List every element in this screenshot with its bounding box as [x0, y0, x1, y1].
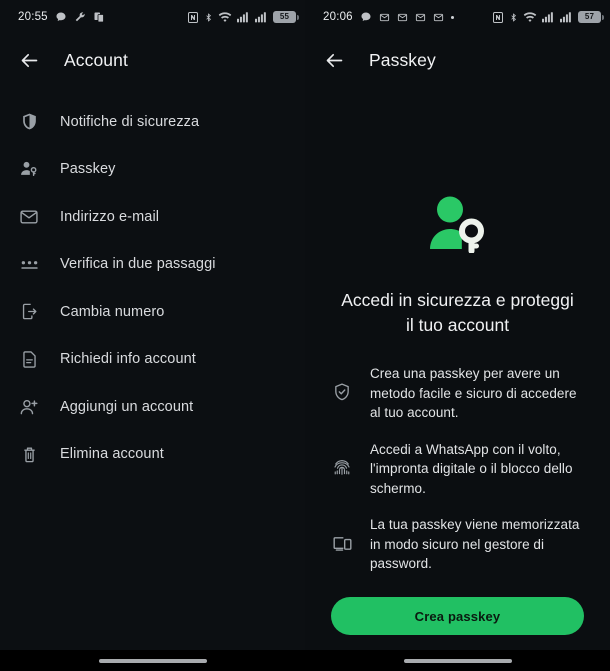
battery-level-text: 57: [584, 12, 595, 21]
list-item-label: Indirizzo e-mail: [60, 208, 160, 225]
left-screen-account: 20:55 55 Account Notifiche di sicurezza …: [0, 0, 305, 671]
gesture-bar-left-container: [0, 650, 305, 671]
system-navigation-bar: [0, 650, 610, 671]
page-title: Passkey: [369, 49, 436, 70]
list-item-label: Notifiche di sicurezza: [60, 113, 200, 130]
list-item-security-notifications[interactable]: Notifiche di sicurezza: [0, 98, 305, 146]
nfc-icon: [492, 11, 504, 24]
battery-indicator: 55: [273, 11, 299, 23]
list-item-email-address[interactable]: Indirizzo e-mail: [0, 193, 305, 241]
chat-bubble-icon: [360, 11, 372, 23]
status-bar-left: 20:55 55: [0, 0, 305, 34]
gesture-handle[interactable]: [98, 658, 207, 663]
list-item-two-step-verification[interactable]: Verifica in due passaggi: [0, 241, 305, 289]
account-settings-list: Notifiche di sicurezza Passkey Indirizzo…: [0, 86, 305, 478]
fingerprint-icon: [331, 457, 353, 479]
benefit-item-password-manager: La tua passkey viene memorizzata in modo…: [331, 515, 582, 574]
person-key-icon: [18, 158, 40, 180]
back-button[interactable]: [319, 45, 349, 75]
shield-check-icon: [331, 381, 353, 403]
list-item-label: Elimina account: [60, 446, 164, 463]
list-item-label: Passkey: [60, 161, 116, 178]
signal-sim1-icon: [542, 11, 555, 23]
benefit-list: Crea una passkey per avere un metodo fac…: [305, 364, 610, 574]
person-add-icon: [18, 396, 40, 418]
bluetooth-icon: [204, 11, 213, 24]
document-icon: [18, 348, 40, 370]
signal-sim2-icon: [560, 11, 573, 23]
back-arrow-icon: [21, 53, 37, 67]
wifi-icon: [523, 11, 537, 23]
nfc-icon: [187, 11, 199, 24]
devices-icon: [331, 532, 353, 554]
chat-bubble-icon: [55, 11, 67, 23]
appbar-passkey: Passkey: [305, 34, 610, 86]
list-item-label: Verifica in due passaggi: [60, 256, 216, 273]
status-time: 20:55: [18, 11, 48, 23]
list-item-change-number[interactable]: Cambia numero: [0, 288, 305, 336]
phone-arrow-icon: [18, 301, 40, 323]
bluetooth-icon: [509, 11, 518, 24]
trash-icon: [18, 443, 40, 465]
hero-illustration: [305, 188, 610, 260]
dot-icon: [450, 15, 454, 19]
status-time: 20:06: [323, 11, 353, 23]
status-bar-left-group: 20:06: [323, 11, 454, 23]
benefit-text: Accedi a WhatsApp con il volto, l'impron…: [370, 441, 573, 496]
list-item-label: Richiedi info account: [60, 351, 196, 368]
person-with-key-illustration: [429, 196, 484, 253]
copy-icon: [93, 11, 105, 23]
list-item-passkey[interactable]: Passkey: [0, 146, 305, 194]
appbar-account: Account: [0, 34, 305, 86]
list-item-label: Aggiungi un account: [60, 398, 194, 415]
envelope-icon: [18, 206, 40, 228]
back-button[interactable]: [14, 45, 44, 75]
battery-level-text: 55: [279, 12, 290, 21]
page-title: Account: [64, 49, 128, 70]
mail-icon: [415, 12, 426, 23]
benefit-item-biometric-login: Accedi a WhatsApp con il volto, l'impron…: [331, 440, 582, 499]
mail-icon: [397, 12, 408, 23]
create-passkey-button[interactable]: Crea passkey: [331, 597, 584, 635]
dual-screenshot-container: 20:55 55 Account Notifiche di sicurezza …: [0, 0, 610, 671]
signal-sim1-icon: [237, 11, 250, 23]
status-bar-left-group: 20:55: [18, 11, 105, 23]
shield-icon: [18, 111, 40, 133]
list-item-add-account[interactable]: Aggiungi un account: [0, 383, 305, 431]
benefit-text: La tua passkey viene memorizzata in modo…: [370, 517, 580, 571]
wrench-icon: [74, 11, 86, 23]
back-arrow-icon: [326, 53, 342, 67]
right-screen-passkey: 20:06 57 Passkey Accedi in sicurezza e p…: [305, 0, 610, 671]
two-step-dots-icon: [18, 253, 40, 275]
gesture-bar-right-container: [305, 650, 610, 671]
signal-sim2-icon: [255, 11, 268, 23]
benefit-text: Crea una passkey per avere un metodo fac…: [370, 366, 577, 420]
mail-icon: [433, 12, 444, 23]
list-item-request-account-info[interactable]: Richiedi info account: [0, 336, 305, 384]
wifi-icon: [218, 11, 232, 23]
battery-indicator: 57: [578, 11, 604, 23]
list-item-delete-account[interactable]: Elimina account: [0, 431, 305, 479]
list-item-label: Cambia numero: [60, 303, 165, 320]
benefit-item-create-passkey: Crea una passkey per avere un metodo fac…: [331, 364, 582, 423]
status-bar-right-group: 57: [492, 11, 604, 24]
mail-icon: [379, 12, 390, 23]
status-bar-right-group: 55: [187, 11, 299, 24]
gesture-handle[interactable]: [403, 658, 512, 663]
status-bar-right: 20:06 57: [305, 0, 610, 34]
headline: Accedi in sicurezza e proteggi il tuo ac…: [341, 290, 574, 335]
